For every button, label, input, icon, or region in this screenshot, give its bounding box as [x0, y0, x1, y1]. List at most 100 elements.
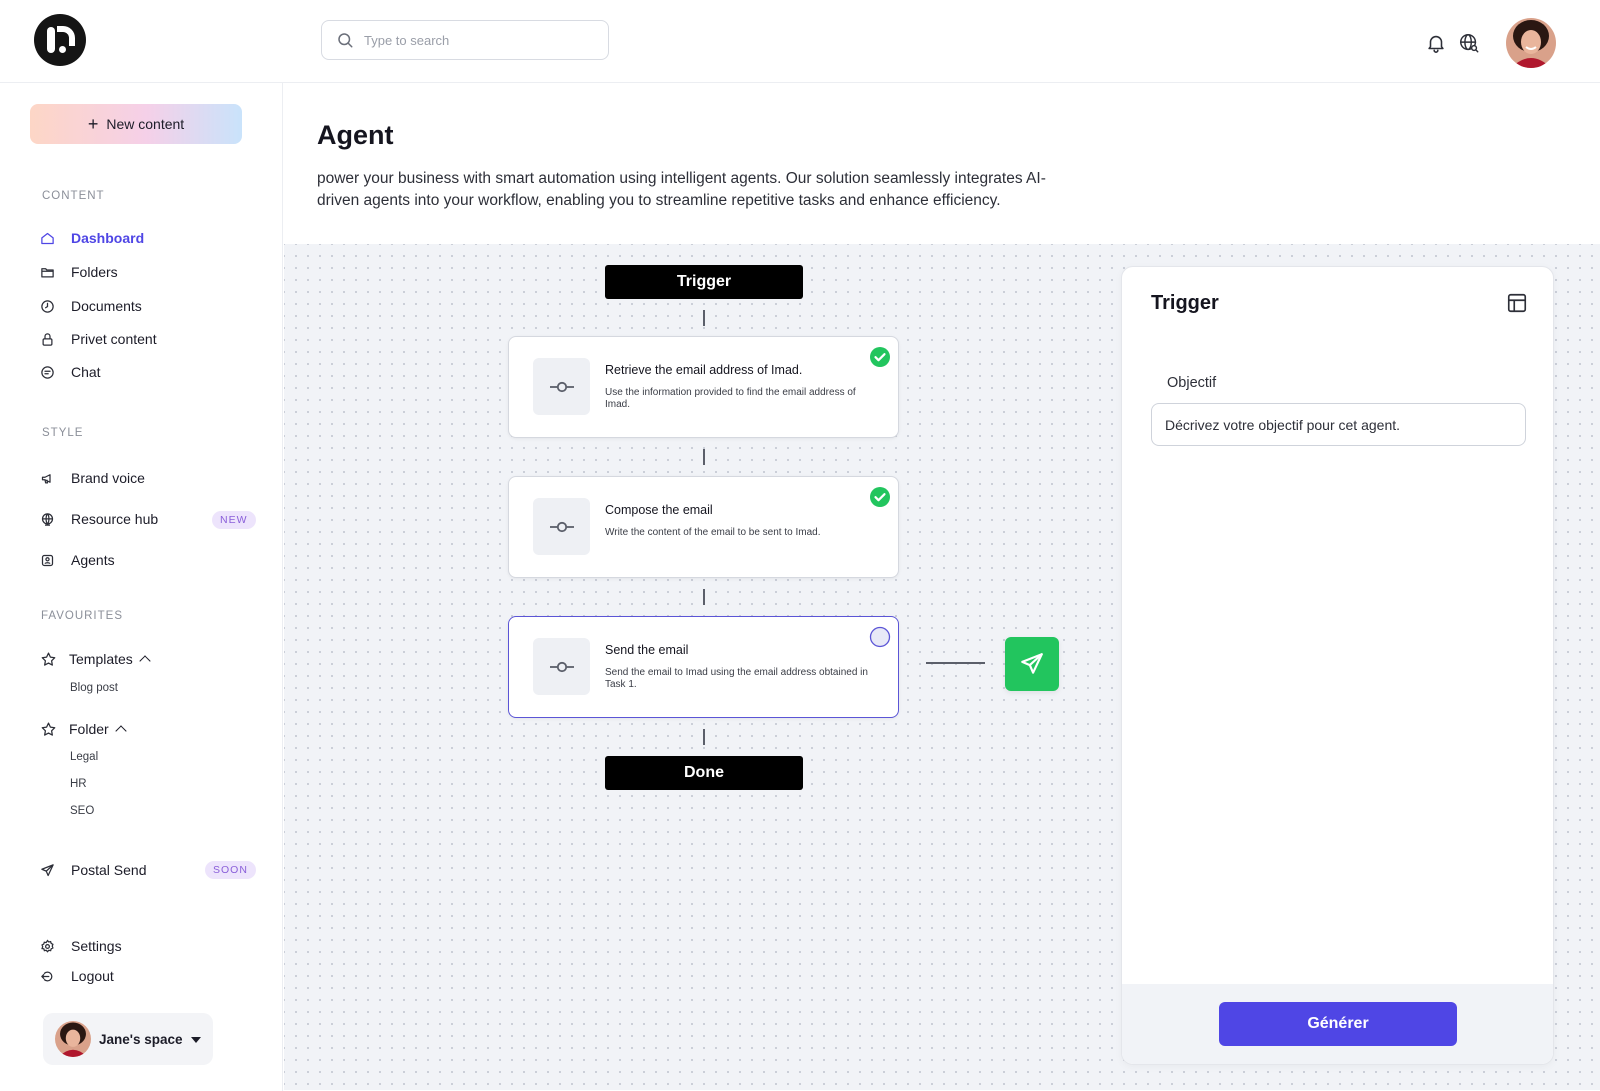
step-description: Write the content of the email to be sen…	[605, 527, 821, 538]
sidebar-item-agents[interactable]: Agents	[40, 549, 115, 571]
new-badge: NEW	[212, 511, 256, 529]
sidebar-subitem-hr[interactable]: HR	[70, 778, 87, 790]
bell-icon[interactable]	[1425, 32, 1447, 54]
connector-line	[703, 729, 705, 745]
home-icon	[41, 232, 54, 244]
sidebar-item-brand-voice[interactable]: Brand voice	[40, 467, 145, 489]
sidebar-item-label: Dashboard	[71, 230, 145, 246]
app-logo[interactable]	[34, 14, 86, 66]
connector-line	[703, 310, 705, 326]
section-label-style: STYLE	[42, 427, 84, 439]
sidebar-item-label: Folders	[71, 264, 118, 280]
search-icon	[338, 33, 353, 48]
logout-icon	[41, 971, 53, 981]
sidebar-item-label: Resource hub	[71, 511, 159, 527]
sidebar-item-settings[interactable]: Settings	[40, 935, 122, 957]
sidebar-item-templates[interactable]: Templates	[40, 648, 151, 670]
search-bar[interactable]	[321, 20, 609, 60]
agent-icon	[41, 554, 54, 566]
soon-badge: SOON	[205, 861, 256, 879]
sidebar-subitem-seo[interactable]: SEO	[70, 805, 94, 817]
workspace-switcher[interactable]: Jane's space	[43, 1013, 213, 1065]
generate-button[interactable]: Générer	[1219, 1002, 1457, 1046]
star-icon	[41, 721, 56, 736]
commit-icon	[549, 661, 574, 672]
send-action-button[interactable]	[1005, 637, 1059, 691]
section-label-content: CONTENT	[42, 190, 105, 202]
send-icon	[1021, 653, 1043, 674]
new-content-button[interactable]: + New content	[30, 104, 242, 144]
workspace-name: Jane's space	[99, 1031, 183, 1047]
sidebar-item-postal-send[interactable]: Postal Send	[40, 859, 147, 881]
sidebar-item-label: Documents	[71, 298, 142, 314]
sidebar-item-folders[interactable]: Folders	[40, 261, 118, 283]
connector-line-horizontal	[926, 662, 985, 664]
search-input[interactable]	[364, 32, 584, 48]
trigger-panel: Trigger Objectif Générer	[1121, 266, 1554, 1065]
caret-down-icon	[190, 1037, 201, 1043]
workflow-step-3[interactable]: Send the email Send the email to Imad us…	[508, 616, 899, 718]
sidebar-item-label: Postal Send	[71, 862, 147, 878]
megaphone-icon	[41, 473, 51, 483]
commit-icon	[549, 381, 574, 392]
user-avatar[interactable]	[1506, 18, 1556, 68]
page-description: power your business with smart automatio…	[317, 170, 1046, 209]
objectif-input[interactable]	[1151, 403, 1526, 446]
connector-line	[703, 449, 705, 465]
clock-icon	[41, 299, 54, 313]
sidebar-item-label: Settings	[71, 938, 122, 954]
trigger-node[interactable]: Trigger	[605, 265, 803, 299]
step-icon-box	[533, 638, 590, 695]
sidebar: + New content CONTENT Dashboard Folders …	[0, 83, 283, 1091]
step-title: Compose the email	[605, 503, 713, 517]
folder-icon	[41, 267, 54, 277]
step-icon-box	[533, 498, 590, 555]
sidebar-item-chat[interactable]: Chat	[40, 361, 101, 383]
check-circle-icon	[870, 487, 890, 507]
workflow-step-1[interactable]: Retrieve the email address of Imad. Use …	[508, 336, 899, 438]
panel-title: Trigger	[1151, 292, 1219, 314]
gear-icon	[41, 939, 54, 953]
section-label-favourites: FAVOURITES	[41, 610, 123, 622]
step-title: Send the email	[605, 643, 689, 657]
done-node[interactable]: Done	[605, 756, 803, 790]
chat-icon	[41, 365, 54, 379]
sidebar-subitem-blog-post[interactable]: Blog post	[70, 682, 118, 694]
sidebar-item-label: Logout	[71, 968, 114, 984]
globe-search-icon[interactable]	[1458, 32, 1480, 54]
avatar	[55, 1021, 91, 1057]
chevron-up-icon[interactable]	[139, 655, 151, 667]
check-circle-icon	[870, 347, 890, 367]
sidebar-item-label: Brand voice	[71, 470, 145, 486]
top-header	[0, 0, 1600, 83]
page-title: Agent	[317, 120, 394, 150]
star-icon	[41, 651, 56, 666]
step-description: Send the email to Imad using the email a…	[605, 667, 868, 690]
objectif-label: Objectif	[1167, 375, 1217, 391]
pending-circle-icon	[869, 626, 891, 648]
step-description: Use the information provided to find the…	[605, 387, 856, 410]
step-icon-box	[533, 358, 590, 415]
workflow-step-2[interactable]: Compose the email Write the content of t…	[508, 476, 899, 578]
sidebar-item-logout[interactable]: Logout	[40, 965, 114, 987]
paper-plane-icon	[41, 863, 54, 876]
new-content-label: New content	[106, 116, 185, 132]
step-title: Retrieve the email address of Imad.	[605, 363, 803, 377]
plus-icon: +	[87, 114, 99, 134]
chevron-up-icon[interactable]	[115, 725, 127, 737]
sidebar-subitem-legal[interactable]: Legal	[70, 751, 98, 763]
globe-icon	[41, 512, 54, 526]
panel-footer: Générer	[1122, 984, 1553, 1064]
sidebar-item-documents[interactable]: Documents	[40, 295, 142, 317]
sidebar-item-dashboard[interactable]: Dashboard	[40, 227, 144, 249]
sidebar-item-label: Templates	[69, 651, 133, 667]
lock-icon	[42, 332, 53, 346]
sidebar-item-label: Chat	[71, 364, 101, 380]
sidebar-item-folder[interactable]: Folder	[40, 718, 127, 740]
sidebar-item-resource-hub[interactable]: Resource hub	[40, 508, 158, 530]
sidebar-item-privet-content[interactable]: Privet content	[40, 328, 157, 350]
layout-icon[interactable]	[1506, 292, 1528, 314]
sidebar-item-label: Folder	[69, 721, 109, 737]
commit-icon	[549, 521, 574, 532]
sidebar-item-label: Agents	[71, 552, 115, 568]
